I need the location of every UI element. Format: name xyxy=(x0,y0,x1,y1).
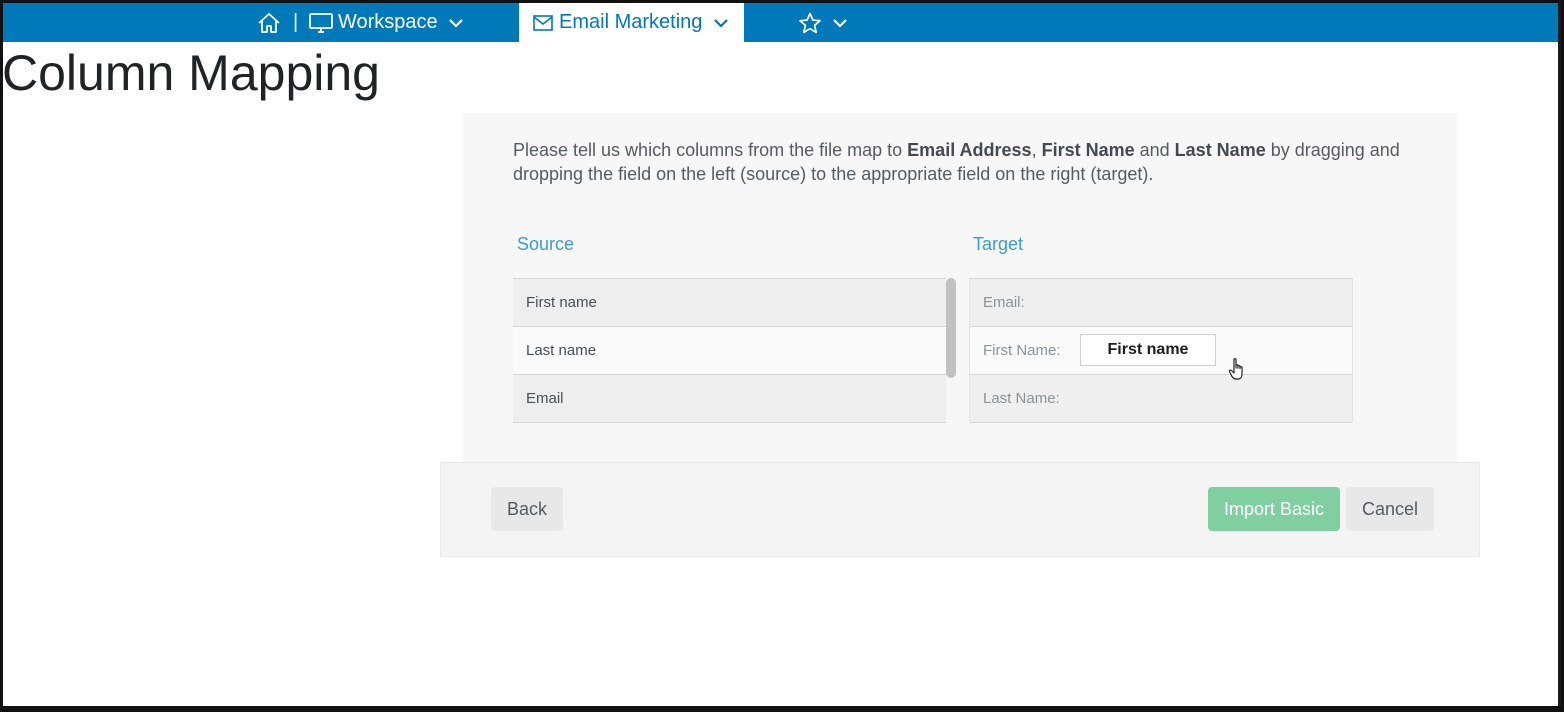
source-scrollbar[interactable] xyxy=(946,278,956,378)
scrollbar-thumb[interactable] xyxy=(946,278,956,378)
email-marketing-label: Email Marketing xyxy=(559,11,703,33)
cancel-button[interactable]: Cancel xyxy=(1346,487,1434,531)
home-icon[interactable] xyxy=(256,11,282,35)
instructions-text: Please tell us which columns from the fi… xyxy=(513,140,1400,184)
hand-cursor-icon xyxy=(1228,358,1243,380)
favorites-menu[interactable] xyxy=(798,3,848,42)
email-marketing-menu[interactable]: Email Marketing xyxy=(519,3,744,42)
source-item-email[interactable]: Email xyxy=(513,375,946,423)
chevron-down-icon xyxy=(833,18,847,28)
target-field-first-name[interactable]: First Name: First name xyxy=(970,327,1352,375)
source-item-last-name[interactable]: Last name xyxy=(513,327,946,375)
top-nav-bar: | Workspace Email Marketing xyxy=(3,3,1558,42)
mapped-field-chip[interactable]: First name xyxy=(1080,334,1216,366)
target-field-email[interactable]: Email: xyxy=(970,279,1352,327)
target-field-last-name[interactable]: Last Name: xyxy=(970,375,1352,423)
nav-separator: | xyxy=(293,11,299,33)
chevron-down-icon xyxy=(448,18,463,28)
workspace-menu[interactable]: Workspace xyxy=(308,3,464,42)
source-list: First name Last name Email xyxy=(513,278,946,423)
target-list: Email: First Name: First name Last Name: xyxy=(969,278,1353,423)
back-button[interactable]: Back xyxy=(491,487,563,531)
page-title: Column Mapping xyxy=(2,45,380,101)
window-edge xyxy=(1558,0,1564,712)
target-heading: Target xyxy=(973,234,1024,254)
star-icon xyxy=(799,12,821,33)
source-heading: Source xyxy=(517,234,575,254)
monitor-icon xyxy=(309,12,333,33)
source-item-first-name[interactable]: First name xyxy=(513,279,946,327)
import-basic-button[interactable]: Import Basic xyxy=(1208,487,1340,531)
workspace-label: Workspace xyxy=(338,11,438,33)
envelope-icon xyxy=(533,14,553,31)
chevron-down-icon xyxy=(714,18,729,28)
